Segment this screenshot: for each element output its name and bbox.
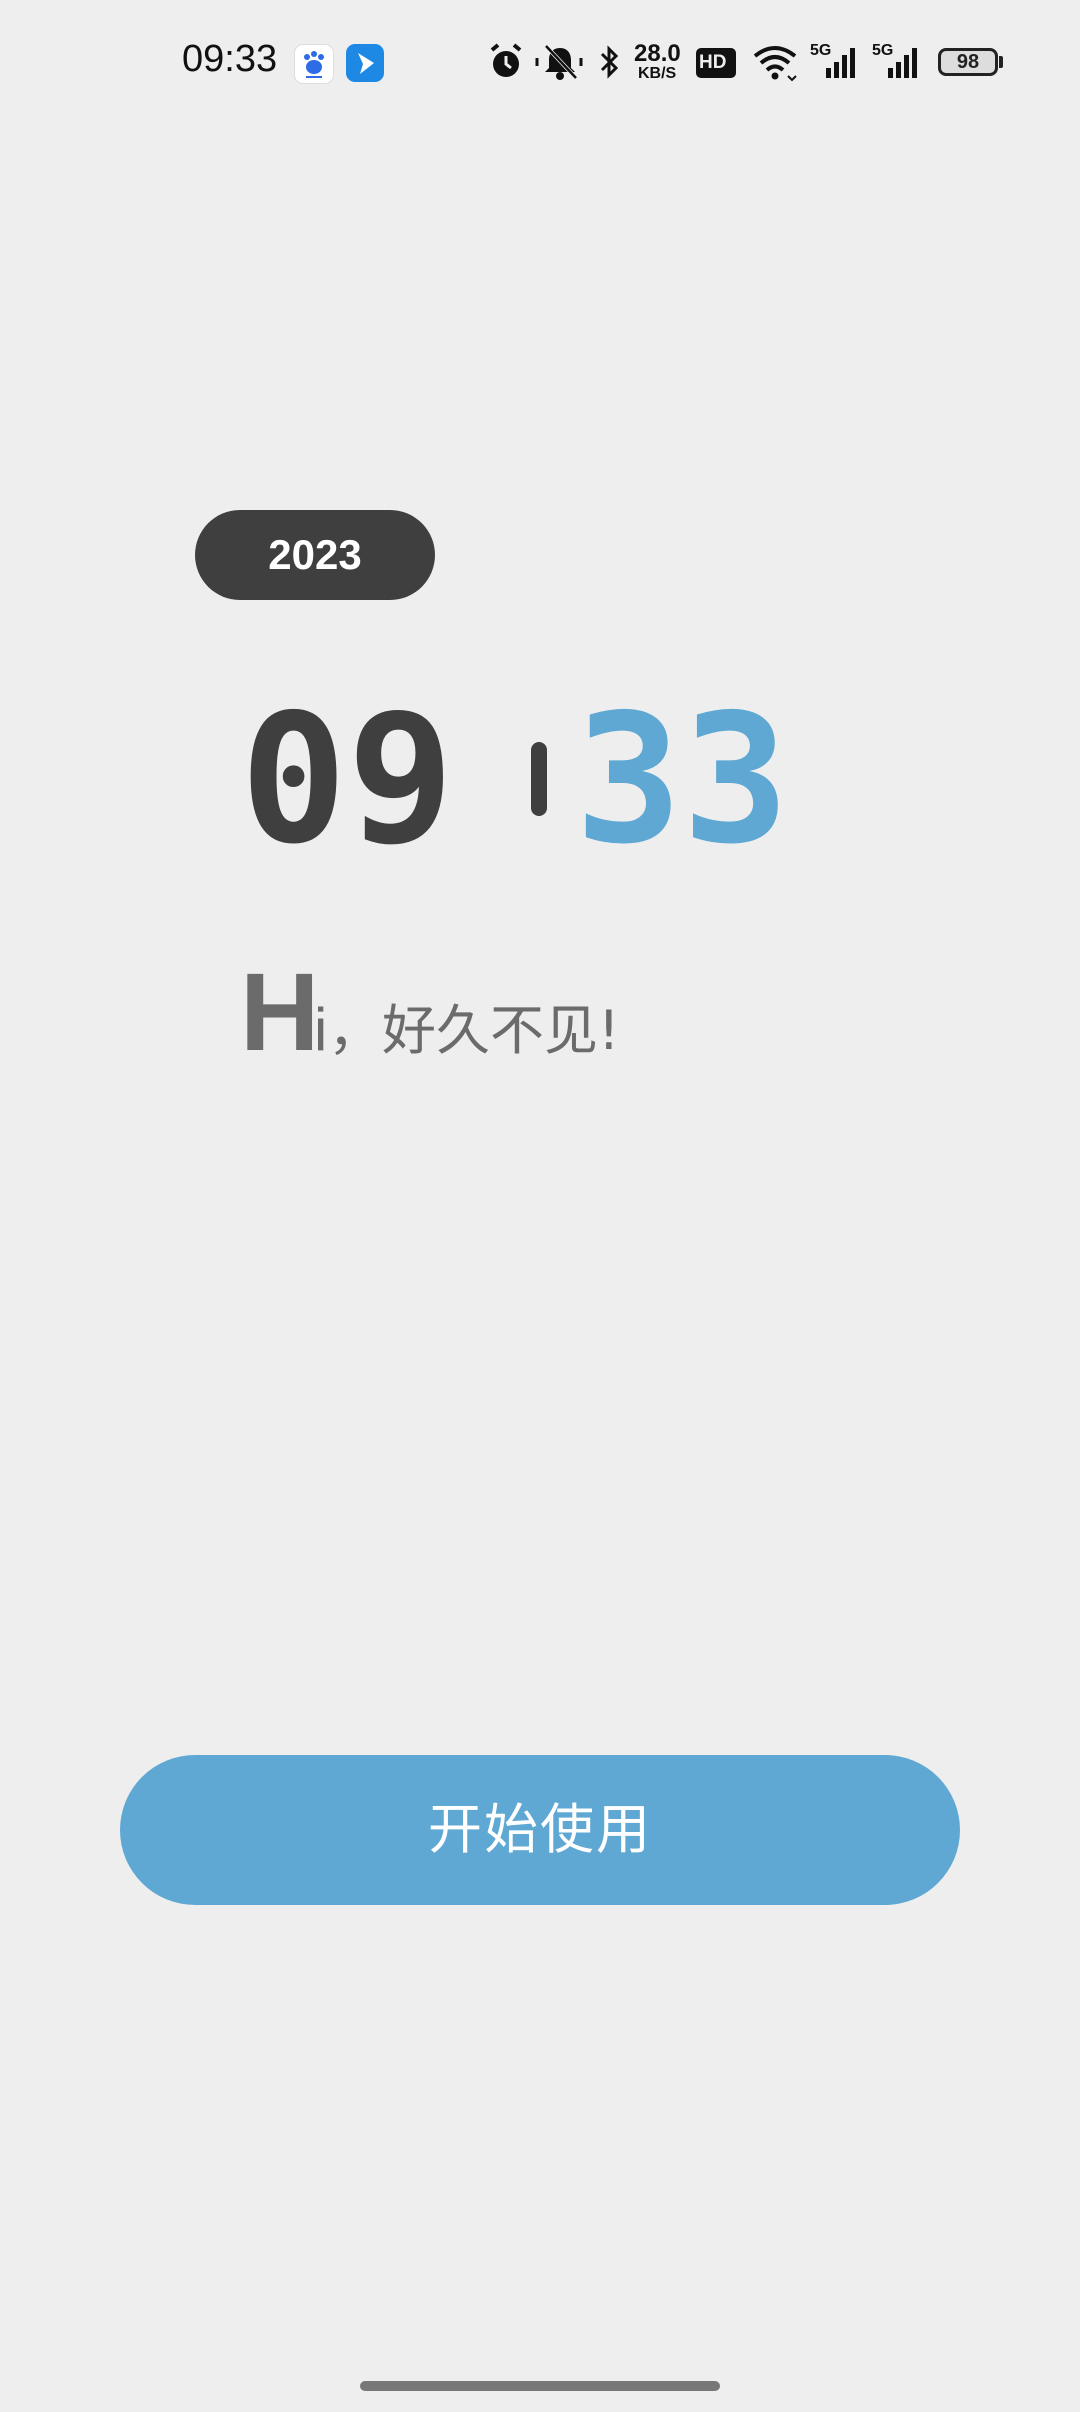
wifi-icon — [752, 42, 798, 84]
year-badge: 2023 — [195, 510, 435, 600]
mute-icon — [534, 42, 586, 84]
bluetooth-icon — [596, 42, 622, 84]
net-speed-value: 28.0 — [634, 40, 681, 67]
status-bar: 09:33 28.0 KB/S HD 5G 5G 98 — [0, 0, 1080, 120]
home-indicator[interactable] — [360, 2381, 720, 2391]
greeting-small-letter: i — [314, 996, 328, 1063]
clock-display: 09 33 — [240, 676, 840, 883]
status-time: 09:33 — [182, 38, 278, 80]
clock-minutes: 33 — [575, 676, 790, 883]
net-speed-unit: KB/S — [638, 65, 677, 82]
battery-tip — [999, 56, 1003, 68]
signal-icon-2: 5G — [872, 42, 924, 84]
greeting-message: ，好久不见! — [328, 999, 620, 1062]
hd-label: HD — [699, 52, 727, 73]
feishu-app-icon — [346, 44, 384, 82]
clock-separator — [531, 742, 547, 816]
signal-icon: 5G — [810, 42, 862, 84]
start-button[interactable]: 开始使用 — [120, 1755, 960, 1905]
clock-hours: 09 — [240, 676, 455, 883]
baidu-app-icon — [294, 44, 334, 84]
welcome-screen: 09:33 28.0 KB/S HD 5G 5G 98 2023 09 33 H… — [0, 0, 1080, 2412]
alarm-icon — [488, 42, 524, 84]
greeting-big-letter: H — [240, 951, 320, 1074]
hd-icon: HD — [696, 48, 736, 78]
battery-icon: 98 — [938, 48, 998, 76]
